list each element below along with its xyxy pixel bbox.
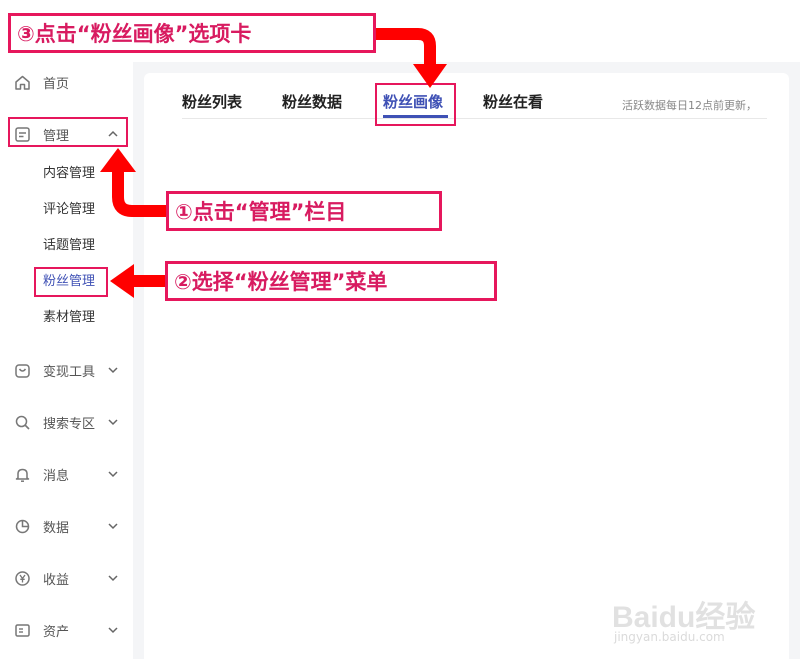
chevron-down-icon [106,571,120,585]
chevron-down-icon [106,519,120,533]
fans-highlight-box [34,267,108,297]
yen-icon [14,570,31,587]
bell-icon [14,466,31,483]
sidebar-item-earnings[interactable]: 收益 [0,560,133,596]
sidebar-item-assets[interactable]: 资产 [0,612,133,648]
step2-text: ②选择“粉丝管理”菜单 [174,270,388,294]
sidebar-item-monetize[interactable]: 变现工具 [0,352,133,388]
watermark-url: jingyan.baidu.com [614,630,725,644]
step2-callout: ②选择“粉丝管理”菜单 [165,261,497,301]
chevron-down-icon [106,467,120,481]
wallet-icon [14,622,31,639]
portrait-tab-highlight-box [375,83,456,126]
sub-item-topics[interactable]: 话题管理 [43,236,95,256]
sidebar-item-label: 资产 [43,624,70,640]
tab-fans-data[interactable]: 粉丝数据 [282,91,342,112]
tab-fans-watching[interactable]: 粉丝在看 [483,91,543,112]
main-panel [144,73,789,659]
sidebar-item-data[interactable]: 数据 [0,508,133,544]
sidebar-item-label: 消息 [43,468,70,484]
step1-text: ①点击“管理”栏目 [175,200,347,224]
sub-item-materials[interactable]: 素材管理 [43,308,95,328]
tabs-divider [182,118,767,119]
sidebar-item-label: 数据 [43,520,70,536]
sub-item-comments[interactable]: 评论管理 [43,200,95,220]
pie-chart-icon [14,518,31,535]
step3-callout: ③点击“粉丝画像”选项卡 [8,13,376,53]
home-icon [14,74,31,91]
sidebar-item-label: 收益 [43,572,70,588]
sidebar-item-label: 首页 [43,76,70,92]
chevron-down-icon [106,415,120,429]
chevron-down-icon [106,623,120,637]
sidebar-item-label: 变现工具 [43,364,96,380]
update-note: 活跃数据每日12点前更新， [622,99,757,112]
step1-callout: ①点击“管理”栏目 [166,191,442,231]
bag-icon [14,362,31,379]
search-icon [14,414,31,431]
sidebar-item-home[interactable]: 首页 [0,64,133,100]
sub-item-content[interactable]: 内容管理 [43,164,95,184]
sidebar-item-messages[interactable]: 消息 [0,456,133,492]
sidebar-item-label: 搜索专区 [43,416,96,432]
chevron-down-icon [106,363,120,377]
manage-highlight-box [8,117,128,147]
tab-fans-list[interactable]: 粉丝列表 [182,91,242,112]
step3-text: ③点击“粉丝画像”选项卡 [17,22,252,46]
sidebar-item-search-zone[interactable]: 搜索专区 [0,404,133,440]
baidu-jingyan-watermark: Baidu经验 jingyan.baidu.com [612,586,762,652]
